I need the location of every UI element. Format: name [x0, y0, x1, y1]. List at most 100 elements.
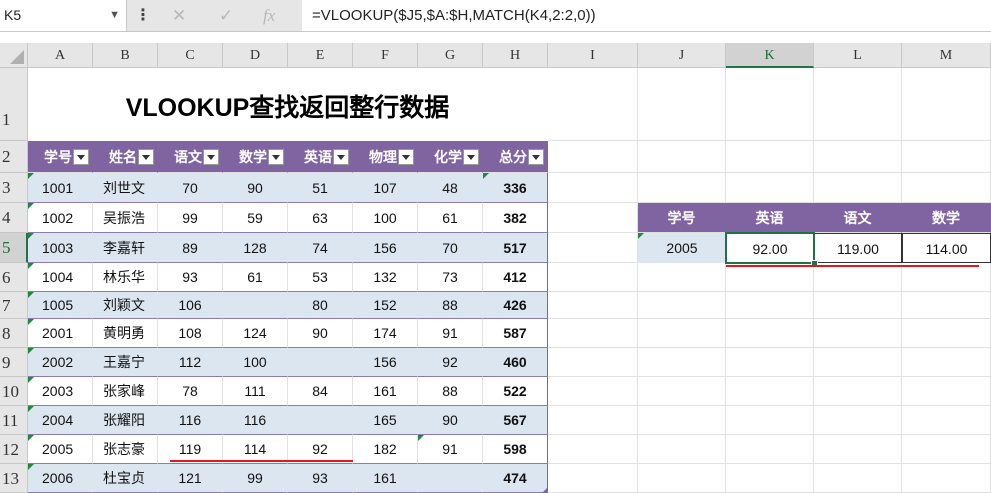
- table-cell[interactable]: 112: [158, 348, 223, 377]
- table-cell[interactable]: 70: [158, 173, 223, 203]
- lookup-value-cell[interactable]: 119.00: [814, 233, 902, 263]
- table-cell[interactable]: 89: [158, 233, 223, 263]
- grid-cell[interactable]: [548, 203, 638, 233]
- table-cell[interactable]: 474: [483, 464, 548, 493]
- table-cell[interactable]: 124: [223, 319, 288, 348]
- table-cell[interactable]: 74: [288, 233, 353, 263]
- name-box[interactable]: K5 ▼: [0, 0, 127, 31]
- row-header-13[interactable]: 13: [0, 464, 28, 493]
- table-cell[interactable]: 黄明勇: [93, 319, 158, 348]
- table-cell[interactable]: 刘世文: [93, 173, 158, 203]
- table-cell[interactable]: 88: [418, 292, 483, 319]
- column-header-f[interactable]: F: [353, 43, 418, 68]
- table-cell[interactable]: 70: [418, 233, 483, 263]
- table-cell[interactable]: 1002: [28, 203, 93, 233]
- grid-cell[interactable]: [638, 263, 726, 292]
- cancel-icon[interactable]: ✕: [172, 0, 186, 31]
- grid-cell[interactable]: [638, 464, 726, 493]
- table-cell[interactable]: 412: [483, 263, 548, 292]
- grid-cell[interactable]: [726, 377, 814, 406]
- table-cell[interactable]: [288, 348, 353, 377]
- table-cell[interactable]: 1005: [28, 292, 93, 319]
- grid-cell[interactable]: [638, 348, 726, 377]
- table-cell[interactable]: 2002: [28, 348, 93, 377]
- grid-cell[interactable]: [638, 406, 726, 435]
- row-header-10[interactable]: 10: [0, 377, 28, 406]
- formula-input[interactable]: =VLOOKUP($J5,$A:$H,MATCH(K4,2:2,0)): [302, 0, 991, 31]
- table-cell[interactable]: 108: [158, 319, 223, 348]
- table-cell[interactable]: 128: [223, 233, 288, 263]
- grid-cell[interactable]: [548, 233, 638, 263]
- column-header-e[interactable]: E: [288, 43, 353, 68]
- column-header-h[interactable]: H: [483, 43, 548, 68]
- table-cell[interactable]: 张家峰: [93, 377, 158, 406]
- grid-cell[interactable]: [548, 377, 638, 406]
- grid-cell[interactable]: [814, 406, 902, 435]
- table-cell[interactable]: 567: [483, 406, 548, 435]
- table-cell[interactable]: 116: [223, 406, 288, 435]
- table-cell[interactable]: 182: [353, 435, 418, 464]
- row-header-12[interactable]: 12: [0, 435, 28, 464]
- select-all-corner[interactable]: [0, 43, 28, 68]
- table-cell[interactable]: 132: [353, 263, 418, 292]
- table-cell[interactable]: 1004: [28, 263, 93, 292]
- filter-dropdown-button[interactable]: [463, 149, 479, 165]
- filter-dropdown-button[interactable]: [268, 149, 284, 165]
- table-cell[interactable]: 152: [353, 292, 418, 319]
- grid-cell[interactable]: [548, 406, 638, 435]
- table-cell[interactable]: 99: [158, 203, 223, 233]
- grid-cell[interactable]: [638, 292, 726, 319]
- grid-cell[interactable]: [814, 464, 902, 493]
- worksheet[interactable]: A B C D E F G H I J K L M 1 2 3 4 5 6 7 8 9 10 11 12 13 VLOOKUP查找返…: [0, 43, 991, 493]
- grid-cell[interactable]: [548, 68, 638, 141]
- table-cell[interactable]: 587: [483, 319, 548, 348]
- table-cell[interactable]: 78: [158, 377, 223, 406]
- grid-cell[interactable]: [548, 348, 638, 377]
- grid-cell[interactable]: [814, 319, 902, 348]
- table-cell[interactable]: 90: [288, 319, 353, 348]
- grid-cell[interactable]: [548, 435, 638, 464]
- table-cell[interactable]: 91: [418, 435, 483, 464]
- table-cell[interactable]: 51: [288, 173, 353, 203]
- column-header-m[interactable]: M: [902, 43, 991, 68]
- table-cell[interactable]: 121: [158, 464, 223, 493]
- table-cell[interactable]: 93: [288, 464, 353, 493]
- table-cell[interactable]: 598: [483, 435, 548, 464]
- table-cell[interactable]: 92: [418, 348, 483, 377]
- table-cell[interactable]: 161: [353, 377, 418, 406]
- table-cell[interactable]: 84: [288, 377, 353, 406]
- table-cell[interactable]: 165: [353, 406, 418, 435]
- table-cell[interactable]: 59: [223, 203, 288, 233]
- grid-cell[interactable]: [638, 435, 726, 464]
- filter-dropdown-button[interactable]: [203, 149, 219, 165]
- enter-icon[interactable]: ✓: [219, 0, 233, 31]
- grid-cell[interactable]: [902, 464, 991, 493]
- column-header-g[interactable]: G: [418, 43, 483, 68]
- table-cell[interactable]: 2001: [28, 319, 93, 348]
- column-header-i[interactable]: I: [548, 43, 638, 68]
- row-header-11[interactable]: 11: [0, 406, 28, 435]
- grid-cell[interactable]: [726, 141, 814, 173]
- row-header-8[interactable]: 8: [0, 319, 28, 348]
- table-cell[interactable]: 李嘉轩: [93, 233, 158, 263]
- filter-dropdown-button[interactable]: [333, 149, 349, 165]
- grid-cell[interactable]: [814, 377, 902, 406]
- grid-cell[interactable]: [814, 141, 902, 173]
- table-cell[interactable]: 2005: [28, 435, 93, 464]
- table-cell[interactable]: 1003: [28, 233, 93, 263]
- grid-cell[interactable]: [726, 319, 814, 348]
- table-cell[interactable]: 王嘉宁: [93, 348, 158, 377]
- column-header-j[interactable]: J: [638, 43, 726, 68]
- table-cell[interactable]: 382: [483, 203, 548, 233]
- table-cell[interactable]: 460: [483, 348, 548, 377]
- table-cell[interactable]: 100: [353, 203, 418, 233]
- grid-cell[interactable]: [902, 68, 991, 141]
- table-cell[interactable]: 刘颖文: [93, 292, 158, 319]
- chevron-down-icon[interactable]: ▼: [109, 0, 120, 31]
- table-cell[interactable]: 63: [288, 203, 353, 233]
- grid-cell[interactable]: [726, 464, 814, 493]
- grid-cell[interactable]: [548, 464, 638, 493]
- table-cell[interactable]: 107: [353, 173, 418, 203]
- grid-cell[interactable]: [726, 173, 814, 203]
- grid-cell[interactable]: [638, 377, 726, 406]
